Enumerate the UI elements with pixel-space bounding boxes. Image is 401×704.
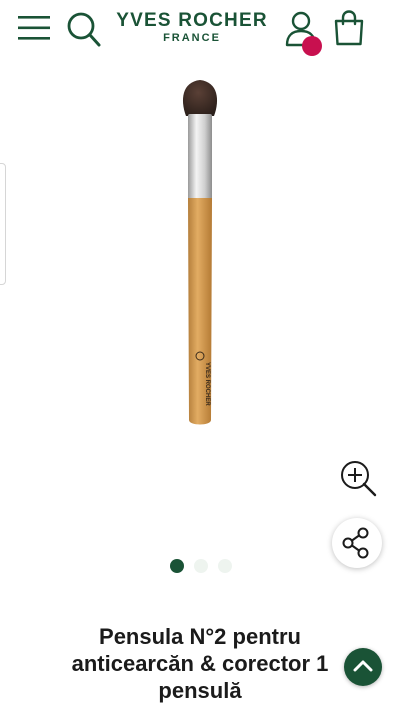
slide-indicator: [0, 559, 401, 575]
shopping-bag-icon: [334, 10, 364, 46]
search-icon: [67, 12, 101, 47]
slide-dot[interactable]: [218, 559, 232, 573]
makeup-brush-product-image[interactable]: YVES ROCHER: [150, 76, 250, 436]
scroll-to-top-button[interactable]: [344, 648, 382, 686]
search-button[interactable]: [66, 10, 102, 48]
site-header: YVES ROCHER FRANCE: [0, 0, 401, 60]
zoom-button[interactable]: [337, 457, 379, 499]
slide-dot-active[interactable]: [170, 559, 184, 573]
hamburger-menu-icon: [18, 16, 50, 40]
brush-brand-label: YVES ROCHER: [204, 362, 210, 406]
brand-country: FRANCE: [163, 32, 221, 44]
product-title: Pensula N°2 pentru anticearcăn & corecto…: [71, 623, 329, 703]
slide-dot[interactable]: [194, 559, 208, 573]
product-gallery[interactable]: YVES ROCHER: [0, 60, 401, 580]
shopping-bag-button[interactable]: [333, 9, 365, 47]
zoom-in-icon: [341, 461, 377, 497]
brand-name: YVES ROCHER: [116, 10, 268, 31]
brand-logo[interactable]: YVES ROCHER FRANCE: [112, 10, 272, 44]
previous-slide-edge[interactable]: [0, 163, 6, 285]
chevron-up-icon: [353, 660, 373, 672]
menu-button[interactable]: [17, 13, 51, 43]
notification-badge: [302, 36, 322, 56]
